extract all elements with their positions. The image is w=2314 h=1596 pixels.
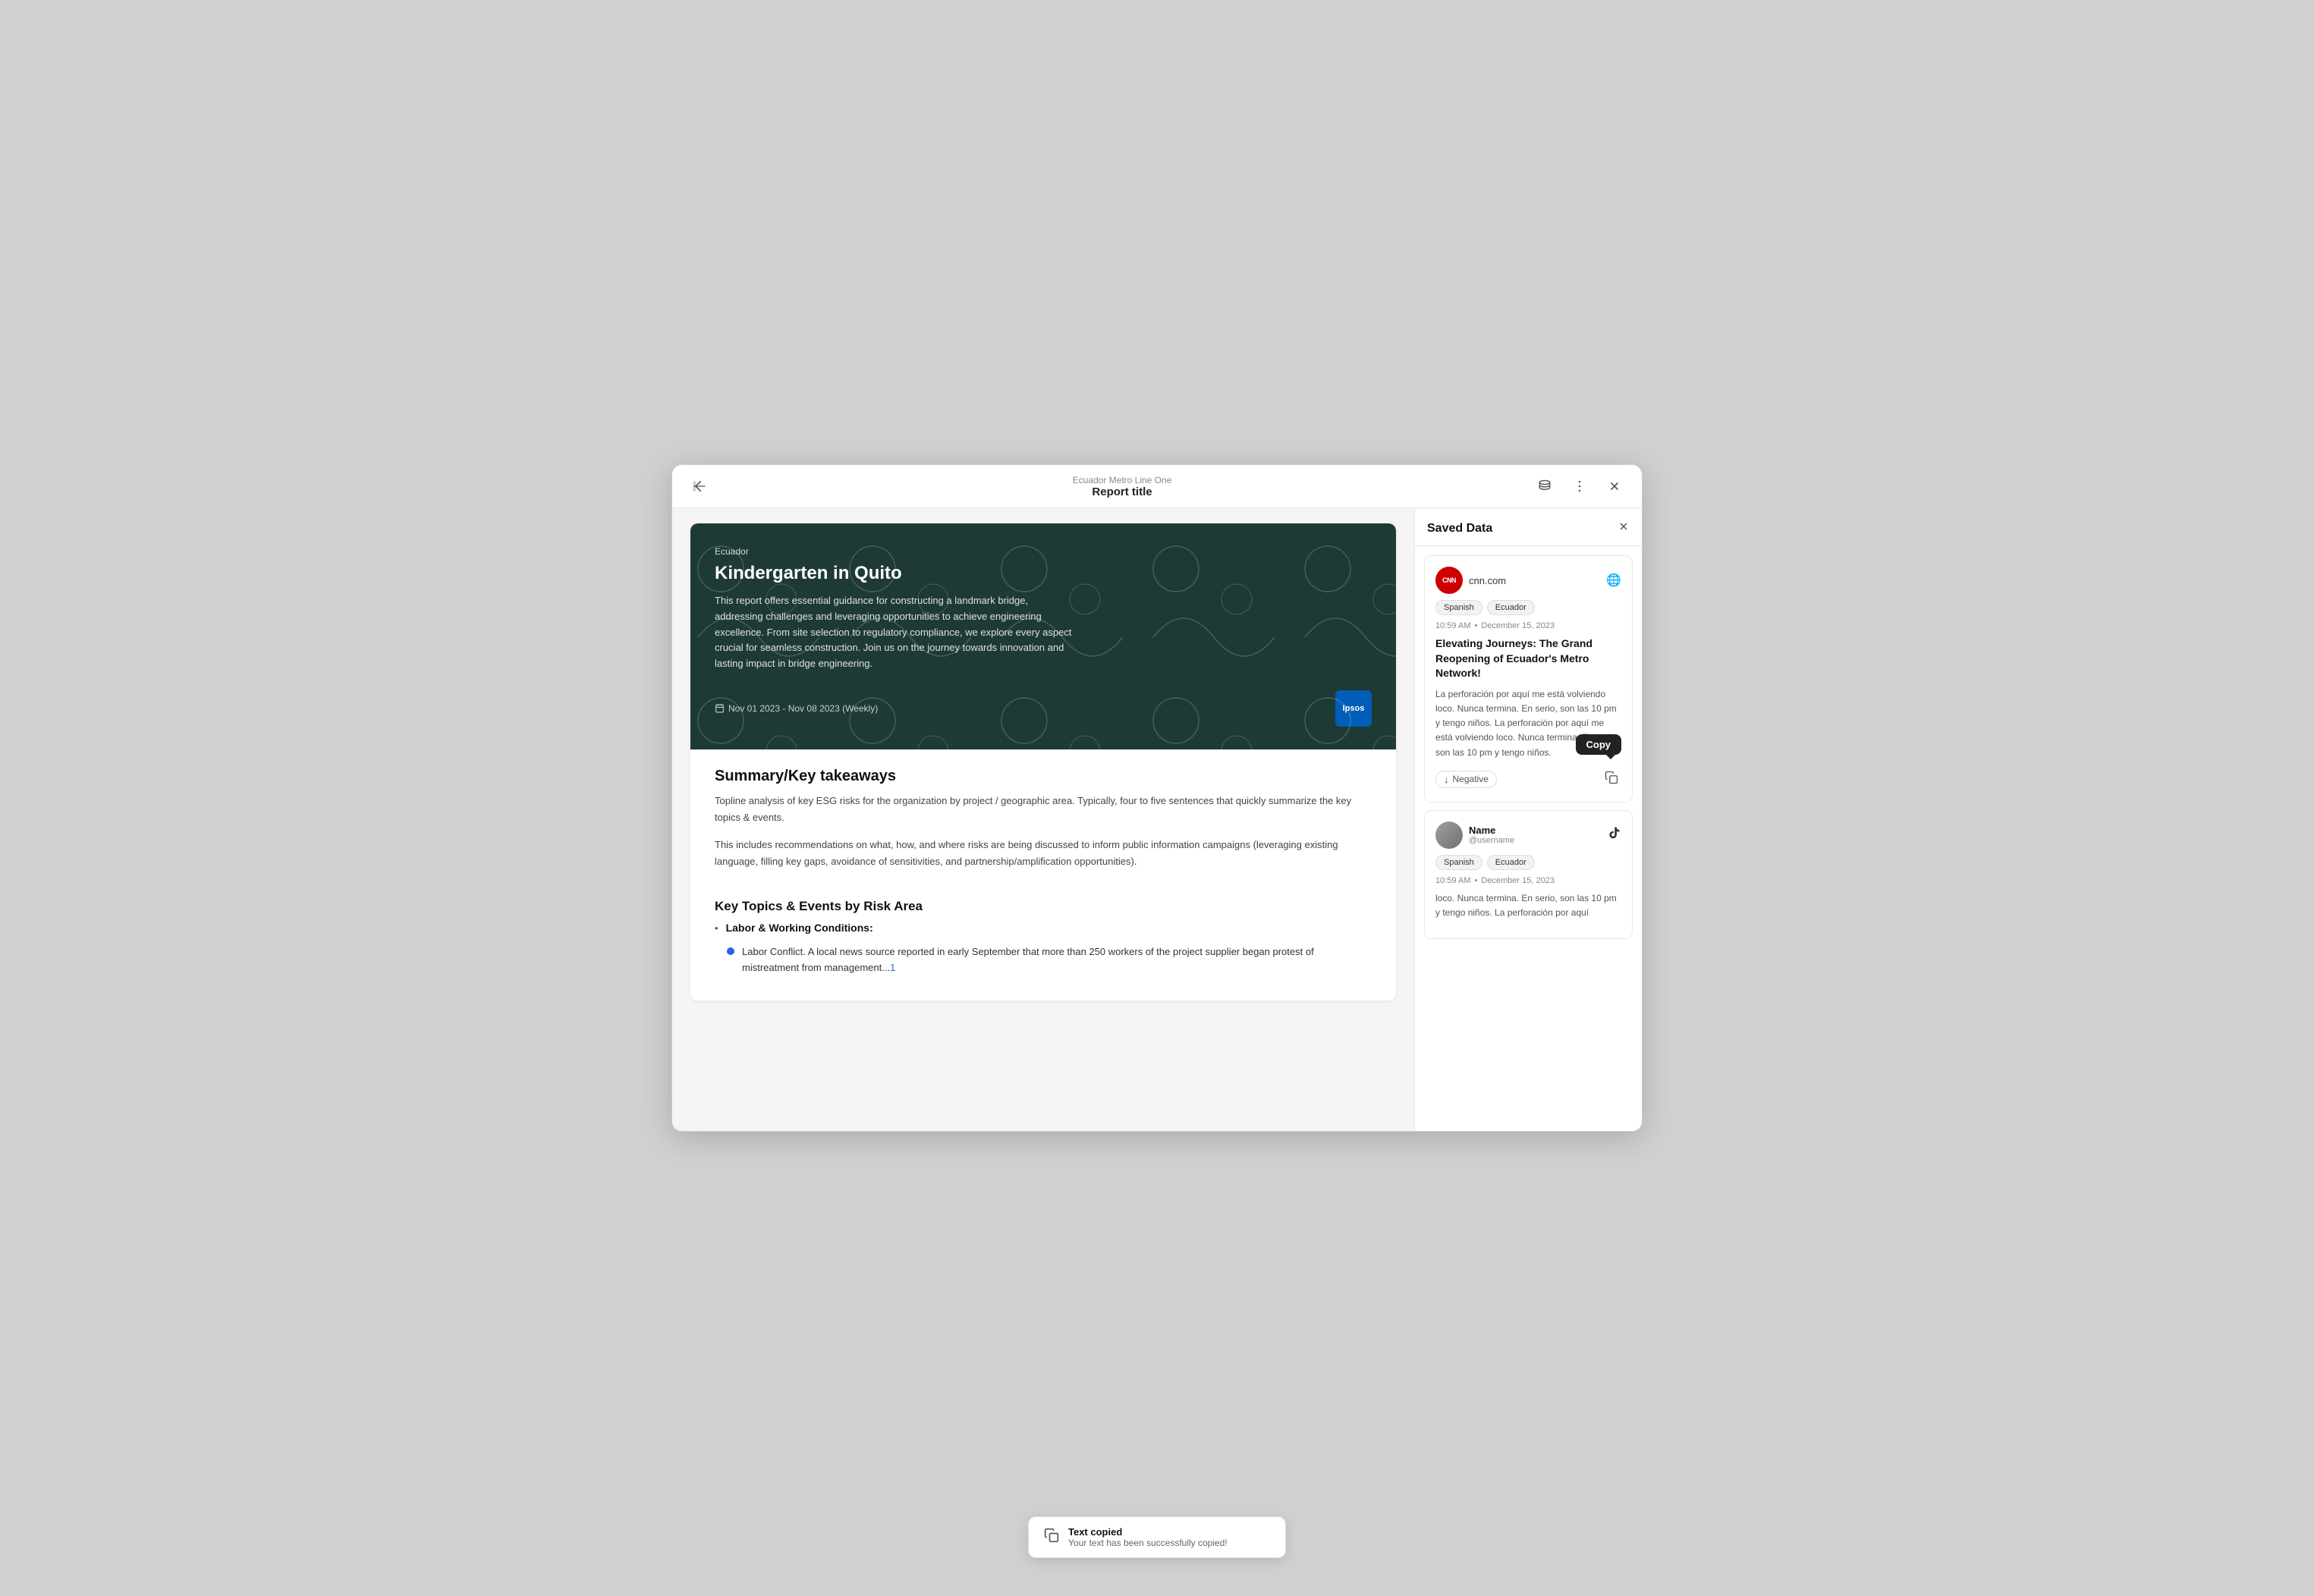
- bullet-text: Labor Conflict. A local news source repo…: [742, 944, 1372, 976]
- toast-icon: [1044, 1528, 1059, 1547]
- close-button[interactable]: [1602, 474, 1627, 498]
- card-headline-1: Elevating Journeys: The Grand Reopening …: [1435, 636, 1621, 681]
- app-header: Ecuador Metro Line One Report title: [672, 465, 1642, 508]
- doc-card: Ecuador Kindergarten in Quito This repor…: [690, 523, 1396, 1001]
- panel-header: Saved Data: [1415, 508, 1642, 546]
- tiktok-icon: [1608, 826, 1621, 844]
- doc-date: Nov 01 2023 - Nov 08 2023 (Weekly): [715, 703, 878, 714]
- copy-btn-container: Copy: [1602, 768, 1621, 791]
- doc-area: Ecuador Kindergarten in Quito This repor…: [672, 508, 1414, 1131]
- list-item: Labor Conflict. A local news source repo…: [715, 944, 1372, 976]
- main-layout: Ecuador Kindergarten in Quito This repor…: [672, 508, 1642, 1131]
- panel-title: Saved Data: [1427, 522, 1492, 536]
- panel-close-button[interactable]: [1618, 520, 1630, 536]
- doc-description: This report offers essential guidance fo…: [715, 593, 1079, 672]
- footnote-link[interactable]: 1: [890, 962, 895, 973]
- user-name: Name: [1469, 825, 1514, 836]
- source-name: cnn.com: [1469, 575, 1506, 586]
- user-handle: @username: [1469, 836, 1514, 845]
- toast-subtitle: Your text has been successfully copied!: [1068, 1538, 1228, 1548]
- bullet-marker: •: [715, 922, 718, 934]
- card-meta-2: 10:59 AM • December 15, 2023: [1435, 876, 1621, 885]
- avatar-image: [1435, 822, 1463, 849]
- doc-hero: Ecuador Kindergarten in Quito This repor…: [690, 523, 1396, 749]
- tag-spanish-1[interactable]: Spanish: [1435, 600, 1482, 615]
- saved-card-1: CNN cnn.com 🌐 Spanish Ecuador 10:59 AM •: [1424, 555, 1633, 803]
- header-breadcrumb: Ecuador Metro Line One: [1073, 475, 1172, 485]
- sentiment-label: Negative: [1453, 774, 1489, 784]
- card-body-2: loco. Nunca termina. En serio, son las 1…: [1435, 891, 1621, 920]
- back-button[interactable]: [687, 474, 712, 498]
- globe-icon: 🌐: [1606, 573, 1621, 588]
- tag-row-1: Spanish Ecuador: [1435, 600, 1621, 615]
- card-date-1: December 15, 2023: [1481, 621, 1555, 630]
- sentiment-tag: ↓ Negative: [1435, 771, 1497, 788]
- doc-region: Ecuador: [715, 546, 1372, 557]
- copy-button[interactable]: [1602, 768, 1621, 791]
- card-source-row: CNN cnn.com 🌐: [1435, 567, 1621, 594]
- header-center: Ecuador Metro Line One Report title: [1073, 475, 1172, 498]
- sentiment-arrow: ↓: [1444, 774, 1449, 785]
- card-meta-1: 10:59 AM • December 15, 2023: [1435, 621, 1621, 630]
- subsection-header: • Labor & Working Conditions:: [715, 922, 1372, 938]
- panel-body: CNN cnn.com 🌐 Spanish Ecuador 10:59 AM •: [1415, 546, 1642, 1131]
- toast-notification: Text copied Your text has been successfu…: [1028, 1516, 1286, 1558]
- database-button[interactable]: [1533, 474, 1557, 498]
- section-title-keytopics: Key Topics & Events by Risk Area: [715, 899, 1372, 914]
- more-button[interactable]: [1567, 474, 1592, 498]
- calendar-icon: [715, 703, 725, 713]
- doc-body: Summary/Key takeaways Topline analysis o…: [690, 749, 1396, 1001]
- user-avatar: [1435, 822, 1463, 849]
- tag-ecuador-2[interactable]: Ecuador: [1487, 855, 1535, 870]
- saved-card-2: Name @username Spanish Ecuador: [1424, 810, 1633, 939]
- section-title-summary: Summary/Key takeaways: [715, 768, 1372, 785]
- toast-content: Text copied Your text has been successfu…: [1068, 1526, 1228, 1548]
- user-info: Name @username: [1469, 825, 1514, 845]
- section-para-2: This includes recommendations on what, h…: [715, 837, 1372, 870]
- section-divider: [715, 881, 1372, 899]
- tag-row-2: Spanish Ecuador: [1435, 855, 1621, 870]
- header-title: Report title: [1073, 485, 1172, 498]
- card-source-row-2: Name @username: [1435, 822, 1621, 849]
- card-time-1: 10:59 AM: [1435, 621, 1470, 630]
- card-bottom-row-1: ↓ Negative Copy: [1435, 768, 1621, 791]
- card-body-1: La perforación por aquí me está volviend…: [1435, 687, 1621, 760]
- cnn-logo: CNN: [1435, 567, 1463, 594]
- header-left: [687, 474, 712, 498]
- tag-spanish-2[interactable]: Spanish: [1435, 855, 1482, 870]
- saved-data-panel: Saved Data CNN cnn.com: [1414, 508, 1642, 1131]
- card-time-2: 10:59 AM: [1435, 876, 1470, 885]
- header-right: [1533, 474, 1627, 498]
- tag-ecuador-1[interactable]: Ecuador: [1487, 600, 1535, 615]
- card-source-info-2: Name @username: [1435, 822, 1514, 849]
- card-source-info: CNN cnn.com: [1435, 567, 1506, 594]
- section-para-1: Topline analysis of key ESG risks for th…: [715, 793, 1372, 826]
- toast-title: Text copied: [1068, 1526, 1228, 1538]
- card-date-2: December 15, 2023: [1481, 876, 1555, 885]
- bullet-dot: [727, 947, 734, 955]
